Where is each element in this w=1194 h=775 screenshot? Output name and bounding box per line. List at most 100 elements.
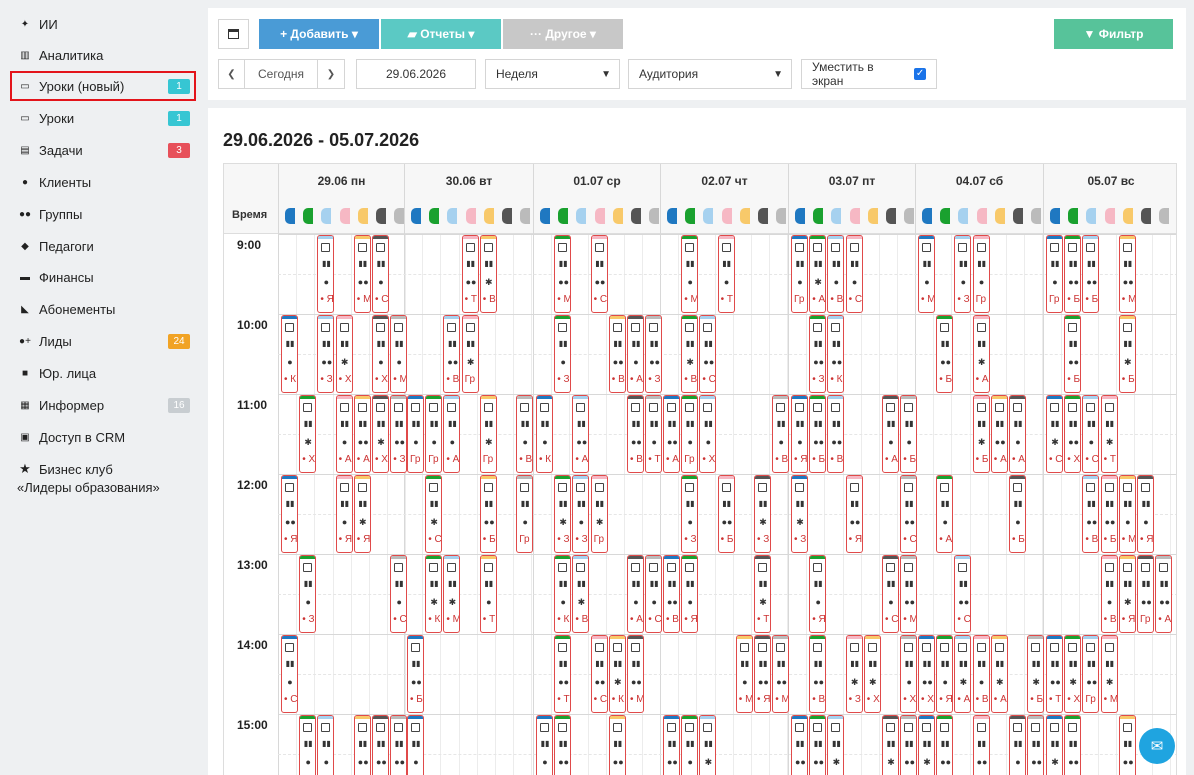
lesson-card[interactable]: ▮▮ ●● • Б (717, 475, 735, 553)
lesson-select-checkbox[interactable] (976, 323, 986, 332)
lesson-select-checkbox[interactable] (357, 403, 367, 412)
lesson-card[interactable]: ▮▮ ●● • З (317, 315, 335, 393)
lesson-select-checkbox[interactable] (813, 323, 823, 332)
lesson-card[interactable]: ▮▮●• А (536, 715, 553, 775)
period-select[interactable]: Неделя ▼ (485, 59, 620, 89)
lesson-select-checkbox[interactable] (520, 483, 530, 492)
lesson-card[interactable]: ▮▮ ● Гр (681, 395, 699, 473)
lesson-select-checkbox[interactable] (1068, 403, 1078, 412)
lesson-card[interactable]: ▮▮ ● • С (882, 555, 899, 633)
lesson-card[interactable]: ▮▮ ● • М (390, 315, 408, 393)
lesson-select-checkbox[interactable] (976, 643, 986, 652)
lesson-select-checkbox[interactable] (339, 323, 349, 332)
lesson-card[interactable]: ▮▮ ✱ • З (754, 475, 771, 553)
lesson-select-checkbox[interactable] (631, 403, 640, 412)
lesson-select-checkbox[interactable] (940, 323, 950, 332)
lesson-select-checkbox[interactable] (886, 723, 895, 732)
lesson-select-checkbox[interactable] (813, 643, 823, 652)
lesson-card[interactable]: ▮▮ ●● • А (663, 395, 680, 473)
lesson-select-checkbox[interactable] (285, 643, 294, 652)
lesson-card[interactable]: ▮▮ ● • З (554, 315, 572, 393)
lesson-card[interactable]: ▮▮ ✱ • Б (1027, 635, 1045, 713)
lesson-card[interactable]: ▮▮ ● Гр (972, 235, 990, 313)
lesson-select-checkbox[interactable] (411, 403, 420, 412)
lesson-card[interactable]: ▮▮●●Гр (353, 715, 371, 775)
lesson-select-checkbox[interactable] (685, 723, 695, 732)
lesson-select-checkbox[interactable] (958, 563, 968, 572)
lesson-card[interactable]: ▮▮ ✱ • Х (335, 315, 353, 393)
lesson-select-checkbox[interactable] (1104, 483, 1114, 492)
lesson-select-checkbox[interactable] (685, 323, 695, 332)
lesson-card[interactable]: ▮▮ ●● • Т (554, 635, 572, 713)
lesson-select-checkbox[interactable] (1122, 323, 1132, 332)
lesson-select-checkbox[interactable] (649, 323, 659, 332)
reports-button[interactable]: ▰ Отчеты ▾ (381, 19, 501, 49)
lesson-card[interactable]: ▮▮ ✱ • К (425, 555, 443, 633)
lesson-card[interactable]: ▮▮ ● • З (681, 475, 699, 553)
lesson-card[interactable]: ▮▮●●• В (809, 715, 827, 775)
lesson-card[interactable]: ▮▮ ✱ • З (554, 475, 572, 553)
lesson-select-checkbox[interactable] (558, 563, 568, 572)
sidebar-item-clients[interactable]: ● Клиенты (10, 167, 196, 197)
lesson-select-checkbox[interactable] (411, 723, 420, 732)
lesson-card[interactable]: ▮▮ ✱ • Б (1118, 315, 1136, 393)
lesson-card[interactable]: ▮▮ ●● • М (627, 635, 644, 713)
lesson-select-checkbox[interactable] (904, 643, 914, 652)
lesson-card[interactable]: ▮▮ ● • З (954, 235, 972, 313)
lesson-card[interactable]: ▮▮ ✱ • Т (754, 555, 771, 633)
lesson-card[interactable]: ▮▮●●• Я (372, 715, 389, 775)
lesson-card[interactable]: ▮▮ ● • З (299, 555, 317, 633)
lesson-card[interactable]: ▮▮ ✱ Гр (461, 315, 479, 393)
lesson-card[interactable]: ▮▮ ✱ • З (791, 475, 808, 553)
lesson-select-checkbox[interactable] (357, 243, 367, 252)
lesson-select-checkbox[interactable] (1050, 723, 1059, 732)
lesson-card[interactable]: ▮▮ ●● • С (699, 315, 717, 393)
sidebar-item-finance[interactable]: ▬ Финансы (10, 262, 196, 292)
lesson-select-checkbox[interactable] (1141, 563, 1150, 572)
lesson-select-checkbox[interactable] (612, 723, 622, 732)
lesson-select-checkbox[interactable] (940, 483, 950, 492)
lesson-select-checkbox[interactable] (1068, 723, 1078, 732)
lesson-select-checkbox[interactable] (904, 483, 914, 492)
lesson-card[interactable]: ▮▮ ✱ • К (608, 635, 626, 713)
sidebar-item-informer[interactable]: ▦ Информер 16 (10, 390, 196, 420)
lesson-card[interactable]: ▮▮ ✱ • А (990, 635, 1008, 713)
lesson-select-checkbox[interactable] (540, 723, 549, 732)
day-header[interactable]: 29.06 пн (278, 164, 404, 198)
lesson-card[interactable]: ▮▮●• А (882, 395, 899, 473)
lesson-select-checkbox[interactable] (1031, 723, 1041, 732)
lesson-card[interactable]: ▮▮ ● • Х (900, 635, 918, 713)
lesson-select-checkbox[interactable] (849, 483, 859, 492)
lesson-card[interactable]: ▮▮ ● • В (1100, 555, 1118, 633)
lesson-select-checkbox[interactable] (685, 563, 695, 572)
lesson-card[interactable]: ▮▮ ✱ • Б (972, 395, 990, 473)
lesson-card[interactable]: ▮▮✱• С (827, 715, 845, 775)
lesson-select-checkbox[interactable] (795, 483, 804, 492)
lesson-card[interactable]: ▮▮ ● • Я (791, 395, 808, 473)
lesson-select-checkbox[interactable] (1013, 483, 1022, 492)
lesson-card[interactable]: ▮▮ ✱ • З (845, 635, 863, 713)
lesson-select-checkbox[interactable] (795, 243, 804, 252)
lesson-select-checkbox[interactable] (1013, 403, 1022, 412)
lesson-card[interactable]: ▮▮ ✱ • Х (863, 635, 881, 713)
lesson-card[interactable]: ▮▮ ●● • М (353, 235, 371, 313)
lesson-card[interactable]: ▮▮ ● Гр (1046, 235, 1063, 313)
lesson-select-checkbox[interactable] (1122, 483, 1132, 492)
lesson-card[interactable]: ▮▮ ●● • Т (1046, 635, 1063, 713)
lesson-select-checkbox[interactable] (357, 723, 367, 732)
lesson-select-checkbox[interactable] (1159, 563, 1169, 572)
lesson-select-checkbox[interactable] (667, 723, 676, 732)
lesson-card[interactable]: ▮▮ ●● • М (772, 635, 790, 713)
lesson-select-checkbox[interactable] (703, 403, 713, 412)
lesson-select-checkbox[interactable] (831, 403, 841, 412)
lesson-select-checkbox[interactable] (558, 243, 568, 252)
lesson-select-checkbox[interactable] (685, 403, 695, 412)
lesson-card[interactable]: ▮▮ ✱ • Х (299, 395, 317, 473)
lesson-select-checkbox[interactable] (703, 323, 713, 332)
lesson-card[interactable]: ▮▮ ● • В (827, 235, 845, 313)
lesson-card[interactable]: ▮▮ ● • Т (479, 555, 497, 633)
lesson-card[interactable]: ▮▮ ● Гр (425, 395, 443, 473)
lesson-select-checkbox[interactable] (904, 403, 914, 412)
lesson-card[interactable]: ▮▮ ✱ • Т (1100, 395, 1118, 473)
lesson-select-checkbox[interactable] (904, 723, 914, 732)
